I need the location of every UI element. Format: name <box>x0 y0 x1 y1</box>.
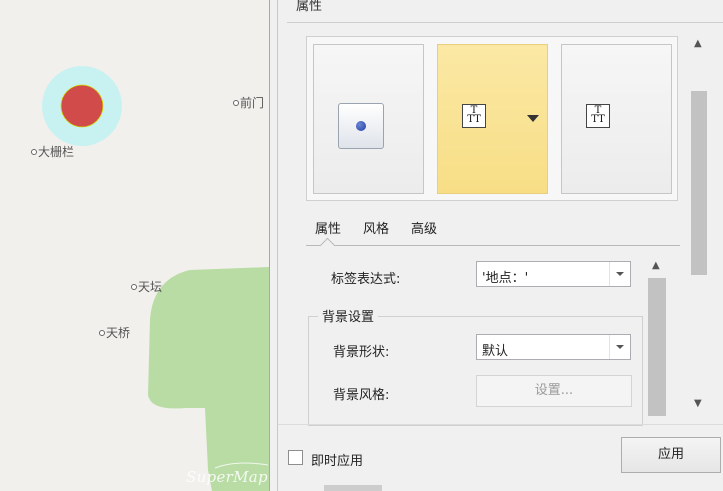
apply-button[interactable]: 应用 <box>621 437 721 473</box>
chevron-down-icon[interactable] <box>527 115 539 122</box>
tab-properties[interactable]: 属性 <box>315 218 341 237</box>
poi-tiantan[interactable]: 天坛 <box>131 280 162 294</box>
poi-dot-icon <box>31 149 37 155</box>
text-style-icon: T TT <box>586 104 610 128</box>
scrollbar-thumb[interactable] <box>648 278 666 416</box>
scrollbar-thumb[interactable] <box>691 91 707 275</box>
map-canvas <box>42 66 269 491</box>
scroll-down-icon[interactable]: ▼ <box>694 398 702 409</box>
poi-label: 天坛 <box>138 280 163 294</box>
poi-tianqiao[interactable]: 天桥 <box>99 326 130 340</box>
poi-dot-icon <box>99 330 105 336</box>
point-style-icon <box>338 103 384 149</box>
style-gallery: T TT T TT <box>306 36 678 201</box>
chevron-down-icon <box>616 272 624 276</box>
scroll-up-icon[interactable]: ▲ <box>694 38 702 49</box>
scrollbar-thumb[interactable] <box>324 485 382 491</box>
outer-scrollbar[interactable]: ▲ ▼ <box>690 36 708 416</box>
instant-apply-checkbox[interactable] <box>288 450 303 465</box>
gallery-tile-text-selected[interactable]: T TT <box>437 44 548 194</box>
background-style-settings-button[interactable]: 设置... <box>476 375 632 407</box>
background-shape-label: 背景形状: <box>333 345 390 360</box>
background-group-box <box>308 316 643 426</box>
panel-splitter[interactable] <box>269 0 278 491</box>
dropdown-button[interactable] <box>609 262 630 286</box>
background-style-label: 背景风格: <box>333 388 390 403</box>
scroll-up-icon[interactable]: ▲ <box>652 260 660 271</box>
background-shape-combo[interactable]: 默认 <box>476 334 631 360</box>
instant-apply-label[interactable]: 即时应用 <box>311 450 363 469</box>
label-expression-combo[interactable]: '地点：' <box>476 261 631 287</box>
background-group-title: 背景设置 <box>318 306 379 325</box>
poi-dot-icon <box>233 100 239 106</box>
poi-label: 大栅栏 <box>38 145 75 159</box>
properties-panel: 属性 T TT T TT ▲ ▼ 属性 风格 高级 标签表达式: '地点：' 背… <box>278 0 723 491</box>
inner-scrollbar[interactable]: ▲ <box>646 256 668 416</box>
text-style-icon: T TT <box>462 104 486 128</box>
marker-point <box>60 84 104 128</box>
title-divider <box>287 22 723 23</box>
poi-dashilan[interactable]: 大栅栏 <box>31 145 74 159</box>
poi-dot-icon <box>131 284 137 290</box>
label-expression-value: '地点：' <box>482 271 529 286</box>
panel-title: 属性 <box>296 0 323 14</box>
supermap-watermark: SuperMap <box>186 468 268 486</box>
gallery-tile-text[interactable]: T TT <box>561 44 672 194</box>
park-area <box>148 267 269 491</box>
tab-underline <box>306 245 680 246</box>
poi-label: 天桥 <box>106 326 131 340</box>
chevron-down-icon <box>616 345 624 349</box>
tab-bar: 属性 风格 高级 <box>306 210 680 246</box>
tab-advanced[interactable]: 高级 <box>411 218 437 237</box>
poi-label: 前门 <box>240 96 265 110</box>
tab-style[interactable]: 风格 <box>363 218 389 237</box>
gallery-tile-point[interactable] <box>313 44 424 194</box>
dropdown-button[interactable] <box>609 335 630 359</box>
poi-qianmen[interactable]: 前门 <box>233 96 264 110</box>
label-expression-label: 标签表达式: <box>331 272 401 287</box>
horizontal-scrollbar[interactable] <box>278 484 723 491</box>
footer-divider <box>278 424 723 425</box>
background-shape-value: 默认 <box>482 344 509 359</box>
map-view[interactable]: 大栅栏 前门 天坛 天桥 SuperMap <box>0 0 269 491</box>
